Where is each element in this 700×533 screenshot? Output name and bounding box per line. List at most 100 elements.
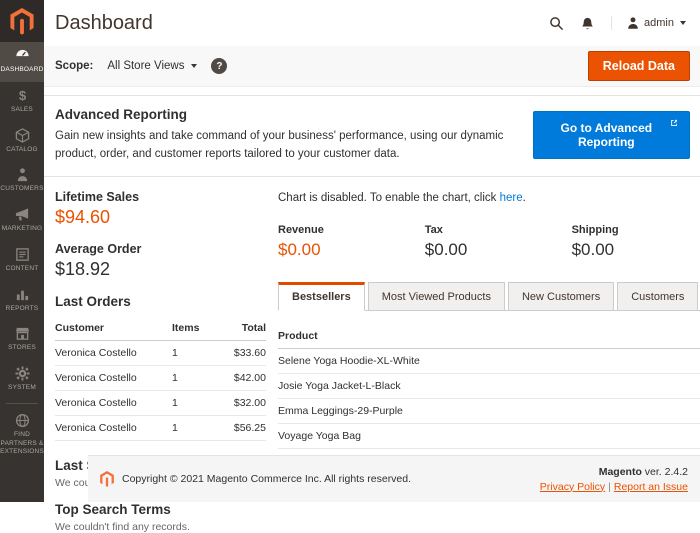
lifetime-sales-value: $94.60 (55, 207, 266, 228)
magento-brand: Magento (599, 466, 642, 478)
tab-customers[interactable]: Customers (617, 282, 698, 311)
order-total: $32.00 (214, 390, 266, 415)
report-issue-link[interactable]: Report an Issue (614, 481, 688, 493)
search-button[interactable] (549, 16, 564, 31)
search-icon (549, 16, 564, 31)
shipping-value: $0.00 (572, 240, 700, 260)
order-total: $33.60 (214, 340, 266, 365)
top-search-terms-title: Top Search Terms (55, 502, 266, 517)
store-view-value: All Store Views (107, 60, 184, 72)
advanced-reporting-description: Gain new insights and take command of yo… (55, 128, 533, 164)
sidebar-item-content[interactable]: CONTENT (0, 241, 44, 281)
order-customer: Veronica Costello (55, 415, 172, 440)
order-items: 1 (172, 390, 214, 415)
sidebar-item-label: STORES (8, 344, 36, 353)
average-order-value: $18.92 (55, 259, 266, 280)
column-header-customer: Customer (55, 316, 172, 341)
tax-value: $0.00 (425, 240, 572, 260)
magento-logo-icon (10, 8, 34, 35)
totals-row: Revenue $0.00 Tax $0.00 Shipping $0.00 Q… (278, 224, 700, 260)
advanced-reporting-section: Advanced Reporting Gain new insights and… (44, 95, 700, 177)
enable-chart-link[interactable]: here (500, 192, 523, 204)
chart-disabled-note: Chart is disabled. To enable the chart, … (278, 192, 700, 204)
sidebar-item-find-partners-extensions[interactable]: FIND PARTNERS & EXTENSIONS (0, 407, 44, 464)
scope-label: Scope: (55, 60, 93, 72)
sidebar-item-label: CUSTOMERS (0, 185, 43, 194)
go-to-advanced-reporting-button[interactable]: Go to Advanced Reporting (533, 111, 690, 159)
notifications-button[interactable] (580, 16, 595, 31)
order-items: 1 (172, 415, 214, 440)
order-total: $56.25 (214, 415, 266, 440)
main-area: Dashboard admin Scope: All Store Views ?… (44, 0, 700, 502)
bar-chart-icon (15, 287, 30, 302)
sidebar-item-system[interactable]: SYSTEM (0, 360, 44, 400)
table-row[interactable]: Veronica Costello 1 $42.00 (55, 365, 266, 390)
chart-disabled-suffix: . (523, 192, 526, 204)
magento-footer-logo-icon (100, 471, 114, 487)
table-row[interactable]: Selene Yoga Hoodie-XL-White $42.00 1 (278, 348, 700, 373)
page-header: Dashboard admin (44, 0, 700, 46)
sidebar-item-marketing[interactable]: MARKETING (0, 201, 44, 241)
sidebar-item-reports[interactable]: REPORTS (0, 281, 44, 321)
column-header-product: Product (278, 324, 700, 349)
person-icon (15, 167, 30, 182)
go-to-advanced-reporting-label: Go to Advanced Reporting (546, 121, 667, 149)
table-row[interactable]: Veronica Costello 1 $56.25 (55, 415, 266, 440)
table-row[interactable]: Veronica Costello 1 $33.60 (55, 340, 266, 365)
reload-data-button[interactable]: Reload Data (588, 51, 690, 81)
order-total: $42.00 (214, 365, 266, 390)
page-title: Dashboard (55, 12, 153, 35)
cube-icon (15, 128, 30, 143)
product-name: Voyage Yoga Bag (278, 423, 700, 448)
admin-username: admin (644, 17, 674, 29)
advanced-reporting-title: Advanced Reporting (55, 107, 533, 122)
magento-logo[interactable] (0, 0, 44, 42)
chevron-down-icon (191, 64, 197, 68)
sidebar-item-catalog[interactable]: CATALOG (0, 122, 44, 162)
order-customer: Veronica Costello (55, 365, 172, 390)
gear-icon (15, 366, 30, 381)
sidebar-item-label: CATALOG (6, 146, 38, 155)
lifetime-sales-label: Lifetime Sales (55, 190, 266, 204)
table-row[interactable]: Voyage Yoga Bag $32.00 1 (278, 423, 700, 448)
magento-version: Magento ver. 2.4.2 (540, 466, 688, 478)
svg-text:$: $ (18, 88, 26, 103)
table-row[interactable]: Emma Leggings-29-Purple $33.60 1 (278, 398, 700, 423)
order-items: 1 (172, 340, 214, 365)
product-name: Josie Yoga Jacket-L-Black (278, 373, 700, 398)
shipping-label: Shipping (572, 224, 700, 236)
column-header-total: Total (214, 316, 266, 341)
sidebar-item-label: SYSTEM (8, 384, 36, 393)
tab-bestsellers[interactable]: Bestsellers (278, 282, 365, 311)
sidebar-item-dashboard[interactable]: DASHBOARD (0, 42, 44, 82)
gauge-icon (15, 48, 30, 63)
sidebar-item-sales[interactable]: $ SALES (0, 82, 44, 122)
admin-user-menu[interactable]: admin (611, 16, 686, 30)
table-row[interactable]: Josie Yoga Jacket-L-Black $56.25 1 (278, 373, 700, 398)
revenue-value: $0.00 (278, 240, 425, 260)
column-header-items: Items (172, 316, 214, 341)
tab-new-customers[interactable]: New Customers (508, 282, 614, 311)
help-button[interactable]: ? (211, 58, 227, 74)
document-icon (15, 247, 30, 262)
shipping-stat: Shipping $0.00 (572, 224, 700, 260)
store-view-switcher[interactable]: All Store Views (107, 60, 197, 72)
privacy-policy-link[interactable]: Privacy Policy (540, 481, 605, 493)
chart-disabled-text: Chart is disabled. To enable the chart, … (278, 192, 500, 204)
tax-stat: Tax $0.00 (425, 224, 572, 260)
sidebar-item-customers[interactable]: CUSTOMERS (0, 161, 44, 201)
sidebar-item-label: REPORTS (6, 305, 39, 314)
table-row[interactable]: Veronica Costello 1 $32.00 (55, 390, 266, 415)
tab-most-viewed-products[interactable]: Most Viewed Products (368, 282, 505, 311)
product-name: Selene Yoga Hoodie-XL-White (278, 348, 700, 373)
admin-footer: Copyright © 2021 Magento Commerce Inc. A… (88, 455, 700, 502)
sidebar-item-stores[interactable]: STORES (0, 320, 44, 360)
tax-label: Tax (425, 224, 572, 236)
scope-bar: Scope: All Store Views ? Reload Data (44, 46, 700, 87)
order-customer: Veronica Costello (55, 340, 172, 365)
top-search-terms-empty: We couldn't find any records. (55, 521, 266, 533)
sidebar-item-label: CONTENT (6, 265, 39, 274)
external-link-icon (671, 119, 677, 127)
average-order-label: Average Order (55, 242, 266, 256)
sidebar-item-label: FIND PARTNERS & EXTENSIONS (0, 431, 44, 457)
